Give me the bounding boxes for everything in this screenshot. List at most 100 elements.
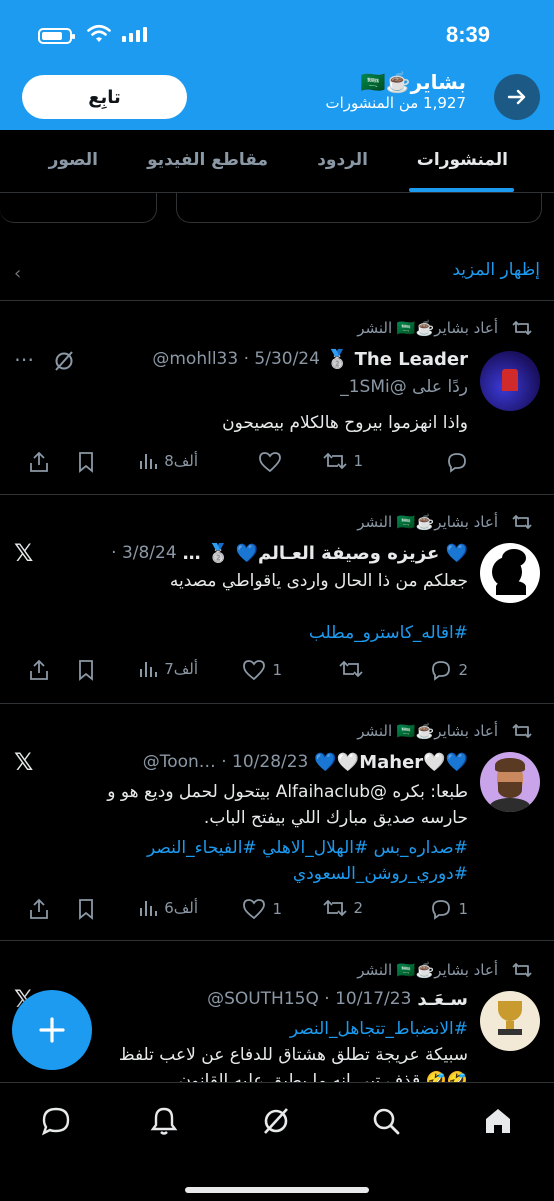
reposted-by: أعاد بشاير☕️🇸🇦 النشر xyxy=(357,319,498,337)
author-handle-date: @SOUTH15Q · 10/17/23 xyxy=(207,989,412,1009)
reposted-by: أعاد بشاير☕️🇸🇦 النشر xyxy=(357,961,498,979)
show-more-link[interactable]: إظهار المزيد xyxy=(452,260,540,280)
post-date: · 3/8/24 xyxy=(111,543,177,563)
carousel-card-edge xyxy=(0,192,157,223)
author-handle-date: @Toon… · 10/28/23 xyxy=(142,752,309,772)
views-button[interactable]: 8ألف xyxy=(138,451,198,471)
post-text-line: حارسه صديق مبارك اللي بيفتح الباب. xyxy=(203,808,468,828)
like-button[interactable] xyxy=(258,451,282,473)
more-options-icon[interactable]: ⋯ xyxy=(14,347,36,371)
reply-button[interactable]: 2 xyxy=(430,659,468,681)
reply-button[interactable]: 1 xyxy=(430,898,468,920)
message-icon xyxy=(41,1107,70,1136)
repost-icon xyxy=(323,899,348,917)
search-icon xyxy=(373,1108,400,1135)
author-name[interactable]: The Leader 🥈 xyxy=(326,349,468,370)
avatar[interactable] xyxy=(480,351,540,411)
repost-button[interactable]: 2 xyxy=(323,898,363,918)
post-hashtags[interactable]: #صداره_بس #الهلال_الاهلي #الفيحاء_النصر xyxy=(12,836,468,861)
profile-name: بشاير☕️🇸🇦 xyxy=(360,70,466,94)
heart-icon xyxy=(243,899,266,920)
plus-icon xyxy=(39,1017,65,1043)
post-hashtag[interactable]: #اقاله_كاسترو_مطلب xyxy=(12,621,468,646)
repost-icon xyxy=(512,724,532,738)
repost-icon xyxy=(512,321,532,335)
repost-button[interactable] xyxy=(339,659,363,679)
share-button[interactable] xyxy=(28,451,50,473)
notifications-tab[interactable] xyxy=(144,1101,184,1141)
battery-icon xyxy=(38,28,75,44)
tab-videos[interactable]: مقاطع الفيديو xyxy=(147,150,268,170)
reply-context: ردًا على @1SMi_ xyxy=(340,377,468,397)
bookmark-button[interactable] xyxy=(76,451,96,473)
post-card[interactable]: أعاد بشاير☕️🇸🇦 النشر 💙🤍Maher🤍💙 @Toon… · … xyxy=(0,704,554,940)
tab-replies[interactable]: الردود xyxy=(317,150,368,170)
like-button[interactable]: 1 xyxy=(242,898,282,920)
avatar[interactable] xyxy=(480,991,540,1051)
tab-posts[interactable]: المنشورات xyxy=(417,150,508,170)
reposted-by: أعاد بشاير☕️🇸🇦 النشر xyxy=(357,513,498,531)
author-name[interactable]: 💙 عزيزه وصيفة العـالم💙 🥈 … xyxy=(183,543,468,564)
posts-count: 1,927 من المنشورات xyxy=(325,94,466,112)
post-text: جعلكم من ذا الحال واردى ياقواطي مصديه xyxy=(169,571,468,591)
bookmark-button[interactable] xyxy=(76,898,96,920)
share-button[interactable] xyxy=(28,659,50,681)
repost-button[interactable]: 1 xyxy=(323,451,363,471)
reply-count: 1 xyxy=(458,900,468,918)
back-button[interactable] xyxy=(494,74,540,120)
like-button[interactable]: 1 xyxy=(242,659,282,681)
reply-icon xyxy=(432,661,451,681)
status-time: 8:39 xyxy=(445,22,490,47)
repost-icon xyxy=(323,452,348,470)
compose-button[interactable] xyxy=(12,990,92,1070)
views-count: 8ألف xyxy=(164,452,198,470)
views-count: 6ألف xyxy=(164,899,198,917)
post-text-line: طبعا: بكره @Alfaihaclub بيتحول لحمل وديع… xyxy=(107,782,468,802)
bookmark-button[interactable] xyxy=(76,659,96,681)
follow-button[interactable]: تابِع xyxy=(22,75,187,119)
views-icon xyxy=(140,454,158,469)
post-card[interactable]: أعاد بشاير☕️🇸🇦 النشر The Leader 🥈 @mohll… xyxy=(0,301,554,494)
arrow-right-icon xyxy=(507,89,526,105)
profile-header: تابِع بشاير☕️🇸🇦 1,927 من المنشورات xyxy=(0,70,554,130)
reply-icon xyxy=(432,900,451,920)
carousel-card-edge xyxy=(176,192,542,223)
like-count: 1 xyxy=(272,900,282,918)
tab-photos[interactable]: الصور xyxy=(49,150,98,170)
bell-icon xyxy=(150,1107,178,1135)
repost-icon xyxy=(339,660,363,678)
heart-icon xyxy=(259,452,281,473)
chevron-left-icon[interactable]: ‹ xyxy=(14,263,21,284)
views-button[interactable]: 7ألف xyxy=(138,659,198,679)
home-icon xyxy=(486,1109,510,1133)
share-button[interactable] xyxy=(28,898,50,920)
wifi-icon xyxy=(87,24,111,42)
bookmark-icon xyxy=(79,452,93,473)
author-handle-date: @mohll33 · 5/30/24 xyxy=(152,349,320,369)
share-icon xyxy=(30,659,48,680)
reply-count: 2 xyxy=(458,661,468,679)
avatar[interactable] xyxy=(480,752,540,812)
repost-icon xyxy=(512,963,532,977)
views-icon xyxy=(140,901,158,916)
grok-tab[interactable] xyxy=(256,1101,296,1141)
repost-count: 1 xyxy=(353,452,363,470)
post-hashtags[interactable]: #دوري_روشن_السعودي xyxy=(12,862,468,887)
profile-tabs: المنشورات الردود مقاطع الفيديو الصور xyxy=(0,130,554,193)
bookmark-icon xyxy=(79,660,93,681)
reply-button[interactable] xyxy=(446,451,468,473)
grok-icon[interactable] xyxy=(52,349,76,373)
repost-icon xyxy=(512,515,532,529)
home-tab[interactable] xyxy=(478,1101,518,1141)
messages-tab[interactable] xyxy=(36,1101,76,1141)
search-tab[interactable] xyxy=(366,1101,406,1141)
views-button[interactable]: 6ألف xyxy=(138,898,198,918)
author-name[interactable]: سـعَـد xyxy=(417,989,468,1010)
post-text: واذا انهزموا بيروح هالكلام بيصيحون xyxy=(222,413,468,433)
post-text-line: 🤣🤣 قذف تبي انه ما يطبق عليه القانون xyxy=(178,1071,468,1082)
author-name[interactable]: 💙🤍Maher🤍💙 xyxy=(314,752,468,773)
avatar[interactable] xyxy=(480,543,540,603)
views-count: 7ألف xyxy=(164,660,198,678)
bookmark-icon xyxy=(79,899,93,920)
post-card[interactable]: أعاد بشاير☕️🇸🇦 النشر 💙 عزيزه وصيفة العـا… xyxy=(0,495,554,703)
